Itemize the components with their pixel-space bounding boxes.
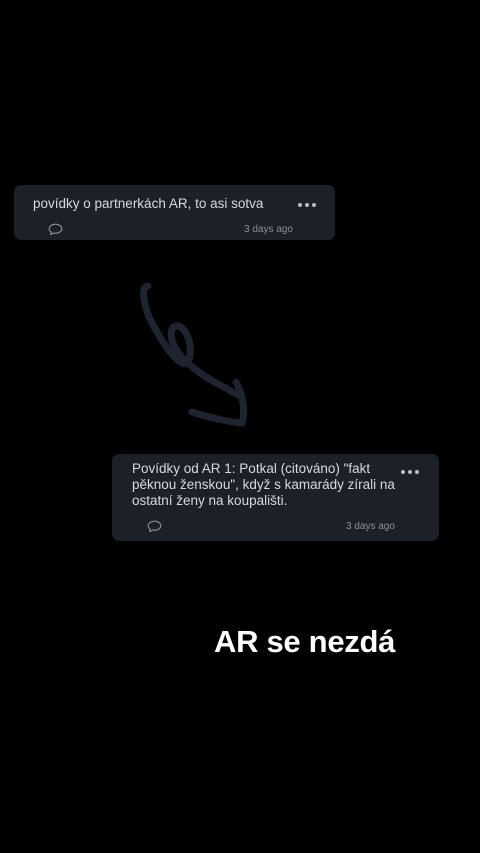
timestamp: 3 days ago bbox=[244, 224, 293, 235]
more-options-icon[interactable] bbox=[295, 200, 319, 210]
comment-bubble-icon[interactable] bbox=[147, 520, 162, 533]
dot bbox=[408, 470, 412, 474]
dot bbox=[401, 470, 405, 474]
dot bbox=[298, 203, 302, 207]
hand-drawn-arrow bbox=[140, 282, 248, 427]
dot bbox=[312, 203, 316, 207]
dot bbox=[305, 203, 309, 207]
comment-text: Povídky od AR 1: Potkal (citováno) "fakt… bbox=[132, 461, 395, 508]
dot bbox=[415, 470, 419, 474]
comment-bubble-icon[interactable] bbox=[48, 223, 63, 236]
timestamp: 3 days ago bbox=[346, 521, 395, 532]
comment-card-1: povídky o partnerkách AR, to asi sotva 3… bbox=[14, 185, 335, 240]
more-options-icon[interactable] bbox=[398, 467, 422, 477]
comment-text: povídky o partnerkách AR, to asi sotva bbox=[33, 196, 264, 211]
comment-card-2: Povídky od AR 1: Potkal (citováno) "fakt… bbox=[112, 454, 439, 541]
caption-text: AR se nezdá bbox=[214, 624, 396, 659]
